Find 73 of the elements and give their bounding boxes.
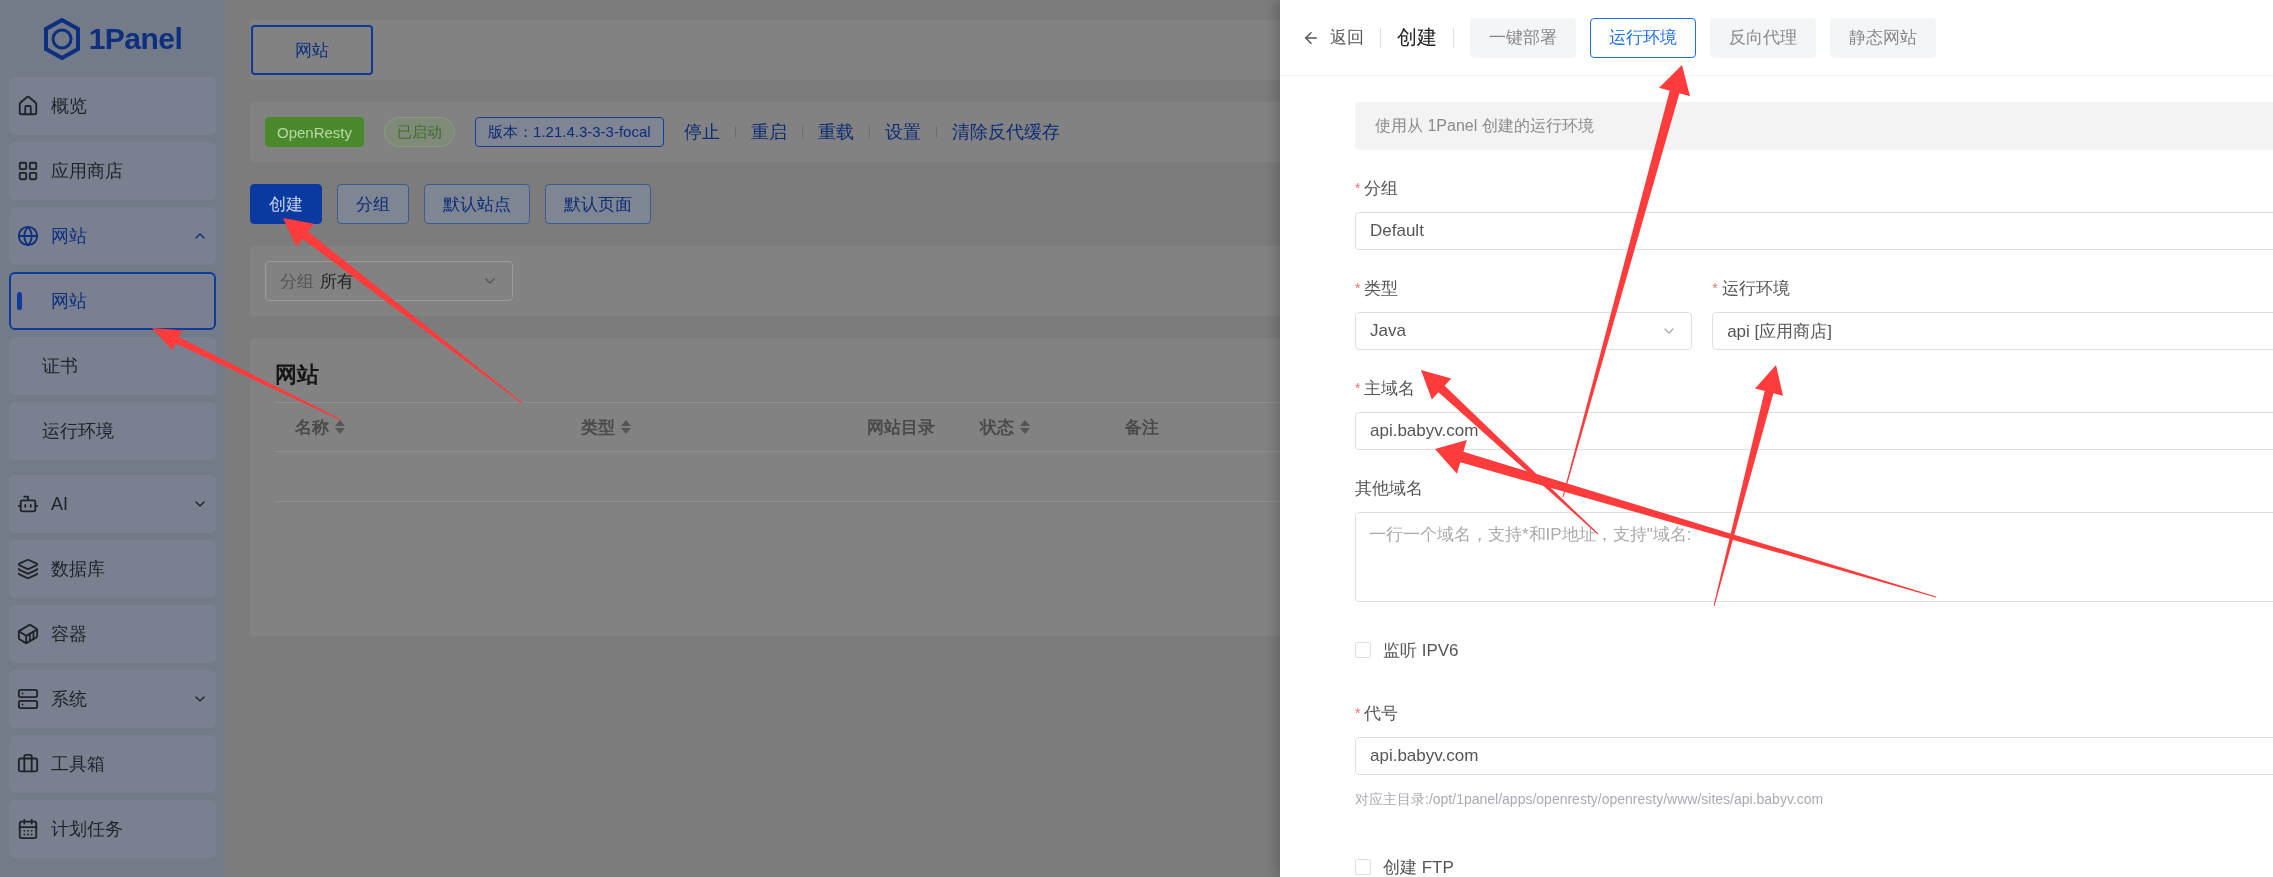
app-tag: OpenResty — [265, 117, 365, 147]
nav-item[interactable]: AI — [9, 475, 216, 533]
type-tab[interactable]: 反向代理 — [1710, 17, 1816, 58]
checkbox[interactable] — [1355, 642, 1371, 658]
sort-icon — [621, 420, 631, 434]
layers-icon — [17, 558, 39, 580]
type-tab[interactable]: 运行环境 — [1590, 17, 1696, 58]
textarea-field[interactable]: 一行一个域名，支持*和IP地址，支持"域名: — [1355, 512, 2273, 602]
checkbox-label: 监听 IPV6 — [1383, 639, 1459, 662]
calendar-icon — [17, 818, 39, 840]
field-hint: 对应主目录:/opt/1panel/apps/openresty/openresty/www/sites/api.babyv.com — [1355, 791, 1825, 809]
field-label: 其他域名 — [1355, 477, 1423, 500]
version-tag: 版本：1.21.4.3-3-3-focal — [475, 117, 664, 147]
container-icon — [17, 623, 39, 645]
action-link[interactable]: 重载 — [817, 120, 854, 144]
grid-icon — [17, 160, 39, 182]
nav-item[interactable]: 系统 — [9, 670, 216, 728]
robot-icon — [17, 493, 39, 515]
field-label: 代号 — [1364, 702, 1399, 725]
checkbox-label: 创建 FTP — [1383, 856, 1454, 877]
column-header[interactable]: 状态 — [980, 415, 1125, 439]
back-button[interactable]: 返回 — [1302, 26, 1364, 49]
nav-item[interactable]: 数据库 — [9, 540, 216, 598]
text-field[interactable]: api [应用商店] — [1712, 312, 2273, 350]
globe-icon — [17, 225, 39, 247]
type-tab[interactable]: 静态网站 — [1830, 17, 1936, 58]
page-tab[interactable]: 网站 — [251, 25, 373, 75]
field-label: 运行环境 — [1721, 277, 1790, 300]
nav-item[interactable]: 工具箱 — [9, 735, 216, 793]
status-tag: 已启动 — [384, 117, 456, 147]
nav-item[interactable]: 计划任务 — [9, 800, 216, 858]
action-link[interactable]: 停止 — [683, 120, 720, 144]
home-icon — [17, 95, 39, 117]
column-header[interactable]: 网站目录 — [867, 415, 980, 439]
text-field[interactable]: api.babyv.com — [1355, 412, 2273, 450]
nav-item[interactable]: 容器 — [9, 605, 216, 663]
toolbar-button[interactable]: 分组 — [337, 184, 409, 224]
required-mark: * — [1355, 280, 1361, 296]
required-mark: * — [1355, 180, 1361, 196]
sort-icon — [335, 420, 345, 434]
text-field[interactable]: Default — [1355, 212, 2273, 250]
nav-subitem[interactable]: 网站 — [9, 272, 216, 330]
sort-icon — [1020, 420, 1030, 434]
field-label: 分组 — [1364, 177, 1399, 200]
logo-text: 1Panel — [88, 21, 183, 56]
nav-item[interactable]: 概览 — [9, 77, 216, 135]
action-link[interactable]: 设置 — [884, 120, 921, 144]
nav-subitem[interactable]: 证书 — [9, 337, 216, 395]
notice-banner: 使用从 1Panel 创建的运行环境 — [1355, 102, 2273, 150]
nav-subitem[interactable]: 运行环境 — [9, 402, 216, 460]
logo-icon — [42, 17, 81, 60]
toolbar-button[interactable]: 创建 — [250, 184, 322, 224]
server-icon — [17, 688, 39, 710]
required-mark: * — [1712, 280, 1718, 296]
field-label: 类型 — [1364, 277, 1399, 300]
select-field[interactable]: Java — [1355, 312, 1693, 350]
drawer-title: 创建 — [1397, 25, 1437, 50]
table-title: 网站 — [275, 361, 319, 389]
briefcase-icon — [17, 753, 39, 775]
field-label: 主域名 — [1364, 377, 1416, 400]
toolbar-button[interactable]: 默认站点 — [424, 184, 530, 224]
action-link[interactable]: 重启 — [750, 120, 787, 144]
required-mark: * — [1355, 380, 1361, 396]
nav-item[interactable]: 网站 — [9, 207, 216, 265]
checkbox[interactable] — [1355, 859, 1371, 875]
nav-item[interactable]: 应用商店 — [9, 142, 216, 200]
type-tab[interactable]: 一键部署 — [1470, 17, 1576, 58]
action-link[interactable]: 清除反代缓存 — [951, 120, 1060, 144]
toolbar-button[interactable]: 默认页面 — [545, 184, 651, 224]
column-header[interactable]: 类型 — [581, 415, 867, 439]
text-field[interactable]: api.babyv.com — [1355, 737, 2273, 775]
column-header[interactable]: 名称 — [295, 415, 581, 439]
required-mark: * — [1355, 705, 1361, 721]
